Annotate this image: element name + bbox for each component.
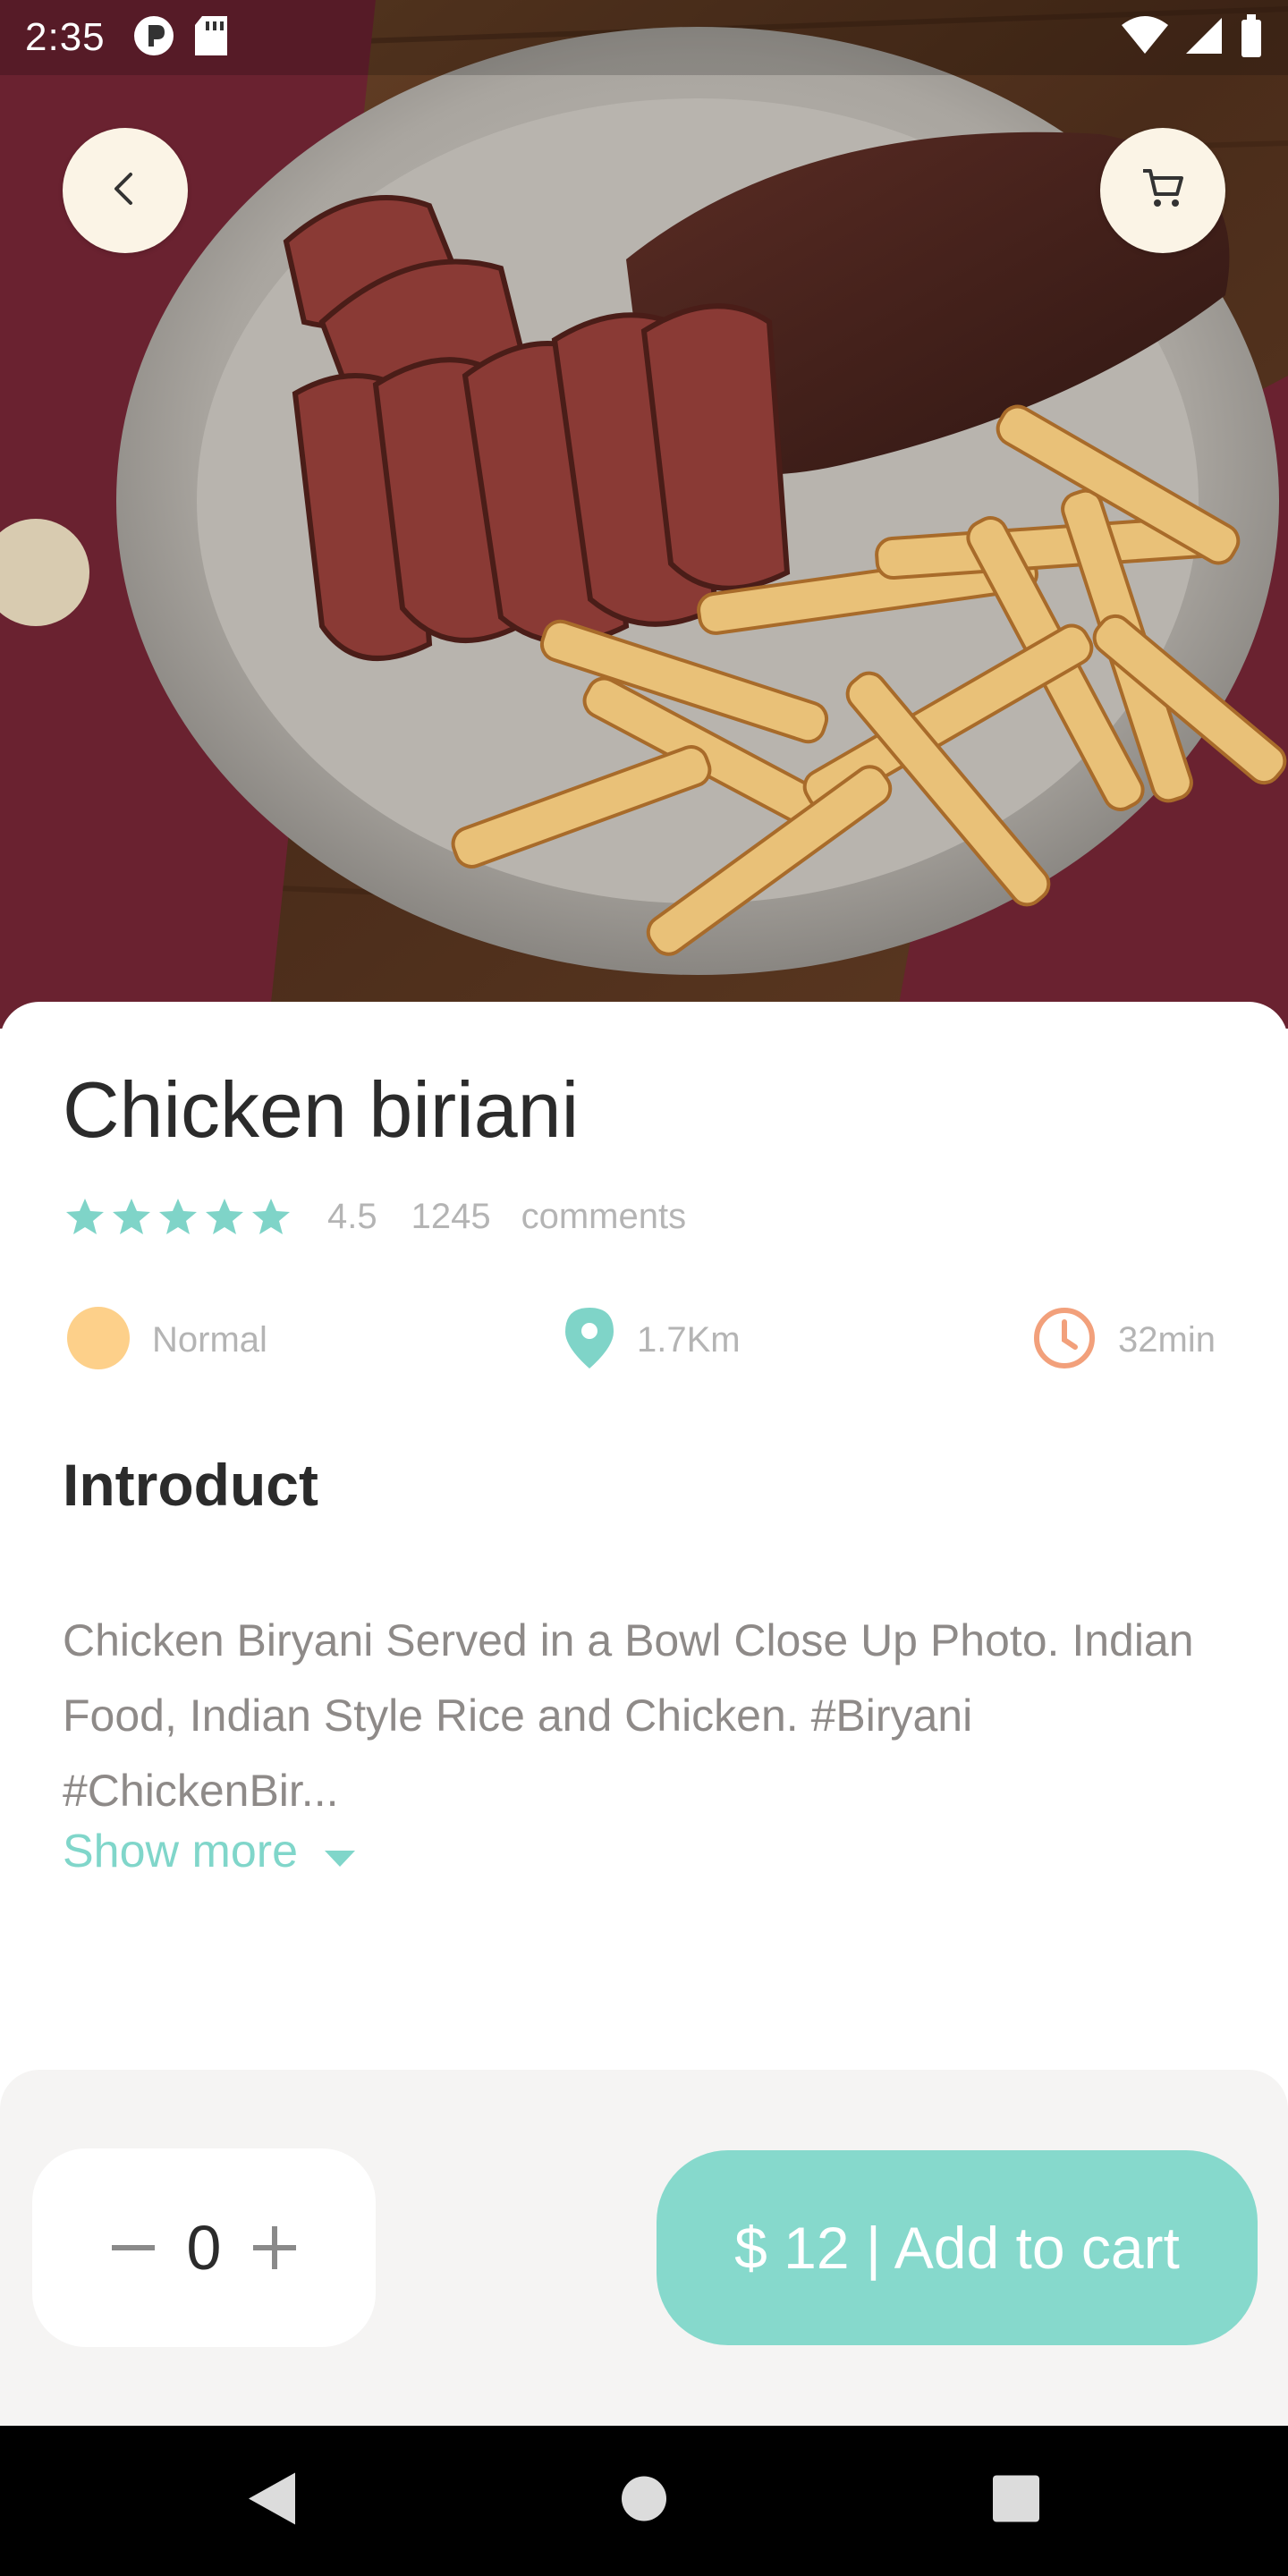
intro-heading: Introduct bbox=[63, 1452, 318, 1518]
increase-quantity-button[interactable] bbox=[239, 2212, 310, 2284]
dish-title: Chicken biriani bbox=[63, 1065, 580, 1154]
rating-row: 4.5 1245 comments bbox=[64, 1194, 686, 1239]
rating-value: 4.5 bbox=[327, 1196, 377, 1236]
time-label: 32min bbox=[1118, 1319, 1216, 1360]
star-icon bbox=[204, 1197, 245, 1236]
add-to-cart-button[interactable]: $ 12 | Add to cart bbox=[657, 2150, 1258, 2345]
star-icon bbox=[250, 1197, 292, 1236]
star-rating bbox=[64, 1197, 292, 1236]
distance-label: 1.7Km bbox=[637, 1319, 741, 1360]
caret-down-icon bbox=[325, 1825, 355, 1878]
status-bar: 2:35 bbox=[0, 0, 1288, 75]
difficulty-info: Normal bbox=[66, 1306, 267, 1374]
distance-info: 1.7Km bbox=[564, 1306, 741, 1374]
nav-back-icon[interactable] bbox=[247, 2471, 297, 2531]
shopping-cart-icon bbox=[1140, 165, 1186, 216]
chevron-left-icon bbox=[106, 169, 145, 213]
show-more-label: Show more bbox=[63, 1826, 298, 1877]
nav-home-icon[interactable] bbox=[621, 2476, 667, 2527]
show-more-button[interactable]: Show more bbox=[63, 1825, 355, 1878]
comments-link[interactable]: comments bbox=[521, 1197, 687, 1237]
back-button[interactable] bbox=[63, 128, 188, 253]
battery-icon bbox=[1240, 13, 1263, 62]
cart-button[interactable] bbox=[1100, 128, 1225, 253]
star-icon bbox=[157, 1197, 199, 1236]
nav-recent-apps-icon[interactable] bbox=[992, 2475, 1040, 2528]
system-navigation-bar bbox=[0, 2426, 1288, 2576]
quantity-value: 0 bbox=[186, 2213, 222, 2283]
sd-card-icon bbox=[193, 14, 229, 62]
notification-icon bbox=[132, 14, 175, 62]
review-count: 1245 bbox=[411, 1196, 491, 1236]
signal-icon bbox=[1184, 16, 1224, 60]
quantity-stepper: 0 bbox=[32, 2148, 376, 2347]
difficulty-dot-icon bbox=[66, 1306, 131, 1375]
dish-hero-image bbox=[0, 0, 1288, 1029]
wifi-icon bbox=[1122, 15, 1168, 60]
intro-description: Chicken Biryani Served in a Bowl Close U… bbox=[63, 1615, 1194, 1816]
clock-icon bbox=[1032, 1306, 1097, 1375]
status-time: 2:35 bbox=[25, 15, 106, 59]
star-icon bbox=[64, 1197, 106, 1236]
star-icon bbox=[111, 1197, 152, 1236]
time-info: 32min bbox=[1032, 1306, 1216, 1374]
location-pin-icon bbox=[564, 1306, 615, 1375]
difficulty-label: Normal bbox=[152, 1319, 267, 1360]
details-card bbox=[0, 1002, 1288, 2075]
decrease-quantity-button[interactable] bbox=[97, 2212, 169, 2284]
